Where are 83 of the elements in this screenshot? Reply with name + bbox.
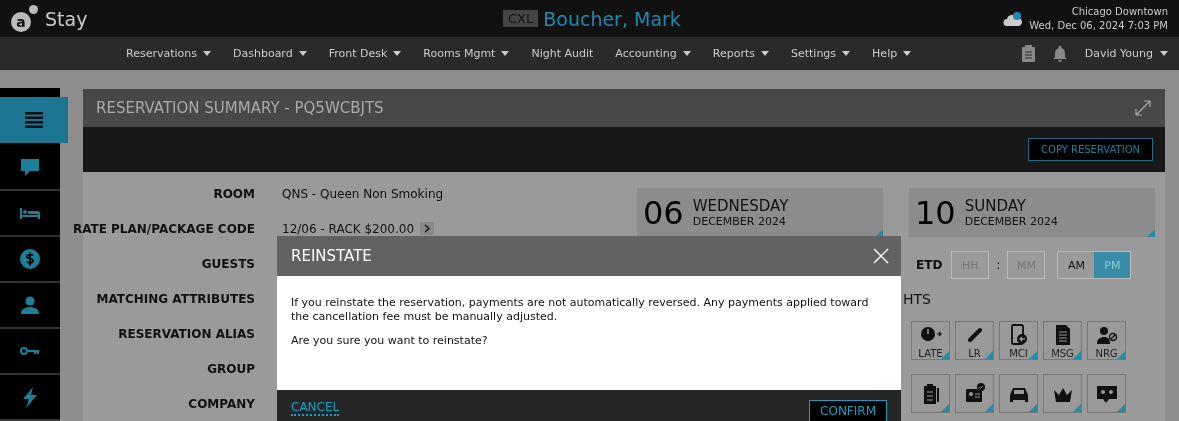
person-icon [21, 296, 39, 314]
chevron-right-icon [423, 224, 432, 233]
etd-label: ETD [916, 258, 943, 272]
date-time: Wed, Dec 06, 2024 7:03 PM [1029, 18, 1168, 33]
attribute-tile[interactable] [1087, 374, 1126, 413]
sidebar-item[interactable] [0, 97, 68, 143]
attribute-code: MSG [1051, 347, 1074, 359]
property-name: Chicago Downtown [1071, 4, 1168, 19]
date-month: DECEMBER 2024 [964, 215, 1058, 228]
clipboard-icon [923, 383, 939, 404]
attribute-tile[interactable] [1043, 374, 1082, 413]
field-label: RATE PLAN/PACKAGE CODE [72, 222, 255, 238]
date-month: DECEMBER 2024 [692, 215, 787, 228]
copy-reservation-button[interactable]: COPY RESERVATION [1028, 138, 1153, 161]
logo-text: Stay [45, 7, 88, 30]
attribute-tile[interactable] [999, 374, 1038, 413]
field-label: ROOM [213, 187, 255, 203]
voicemail-icon [1096, 385, 1117, 403]
confirm-button[interactable]: CONFIRM [809, 400, 887, 421]
field-label: GROUP [207, 362, 255, 378]
menu-item[interactable]: Reservations [126, 47, 211, 60]
id-card-icon [965, 382, 985, 402]
attribute-tile[interactable]: MSG [1043, 321, 1082, 360]
menu-icon [25, 112, 43, 128]
bell-icon[interactable] [1052, 45, 1067, 62]
chat-icon [21, 159, 39, 176]
field-label: MATCHING ATTRIBUTES [96, 292, 255, 308]
corner-marker-icon [1117, 404, 1125, 412]
menu-item[interactable]: Dashboard [233, 47, 307, 60]
field-label: GUESTS [201, 257, 255, 273]
dialog-question: Are you sure you want to reinstate? [291, 334, 489, 348]
field-value: QNS - Queen Non Smoking [282, 187, 444, 201]
attribute-tile[interactable]: MCI [999, 321, 1038, 360]
field-label: COMPANY [188, 397, 255, 413]
attribute-code: MCI [1009, 347, 1028, 359]
logo-mark: a [11, 5, 38, 32]
menu-item[interactable]: Front Desk [328, 47, 402, 60]
attribute-tile[interactable]: LR [955, 321, 994, 360]
date-weekday: SUNDAY [964, 197, 1027, 215]
user-menu[interactable]: David Young [1084, 47, 1168, 60]
crown-icon [1053, 387, 1072, 402]
dialog-title: REINSTATE [291, 247, 372, 265]
document-icon [1055, 324, 1070, 345]
date-day: 06 [643, 193, 684, 232]
date-day: 10 [915, 193, 956, 232]
menu-item[interactable]: Help [872, 47, 912, 60]
attribute-code: LR [968, 347, 981, 359]
bed-icon [20, 208, 40, 219]
attribute-code: LATE [918, 347, 943, 359]
attribute-code: NRG [1095, 347, 1118, 359]
cloud-icon [1003, 10, 1024, 27]
lightning-icon [23, 387, 37, 408]
menu-item[interactable]: Reports [712, 47, 769, 60]
field-value: 12/06 - RACK $200.00 [282, 222, 415, 236]
car-icon [1009, 387, 1028, 402]
clipboard-icon[interactable] [1021, 45, 1035, 62]
date-weekday: WEDNESDAY [692, 197, 789, 215]
key-icon [20, 347, 40, 355]
menu-item[interactable]: Accounting [615, 47, 691, 60]
close-icon[interactable] [873, 248, 889, 264]
cancel-link[interactable]: CANCEL [291, 400, 340, 416]
detail-button[interactable] [420, 222, 435, 235]
menu-item[interactable]: Settings [790, 47, 851, 60]
panel-title: RESERVATION SUMMARY - PQ5WCBJTS [96, 99, 384, 117]
dollar-icon [20, 249, 40, 269]
attribute-tile[interactable]: NRG [1087, 321, 1126, 360]
attribute-tile[interactable] [911, 374, 950, 413]
menu-item[interactable]: Night Audit [531, 47, 594, 60]
field-label: RESERVATION ALIAS [118, 327, 255, 343]
corner-marker-icon [1147, 229, 1155, 237]
caret-icon [1160, 51, 1168, 56]
corner-marker-icon [1117, 351, 1125, 359]
attribute-tile[interactable]: LATE [911, 321, 950, 360]
phone-icon [1010, 323, 1027, 345]
time-separator: : [996, 258, 1001, 272]
menu-item[interactable]: Rooms Mgmt [423, 47, 510, 60]
section-heading: HTS [903, 291, 932, 307]
person-blocked-icon [1096, 326, 1117, 344]
dialog-message: If you reinstate the reservation, payments are not automatically reversed. Any payments applied toward the cancellation fee must be manually adjusted. [291, 296, 870, 324]
expand-icon[interactable] [1135, 100, 1151, 116]
guest-name: Boucher, Mark [543, 7, 681, 30]
clock-icon [920, 326, 942, 341]
attribute-tile[interactable] [955, 374, 994, 413]
